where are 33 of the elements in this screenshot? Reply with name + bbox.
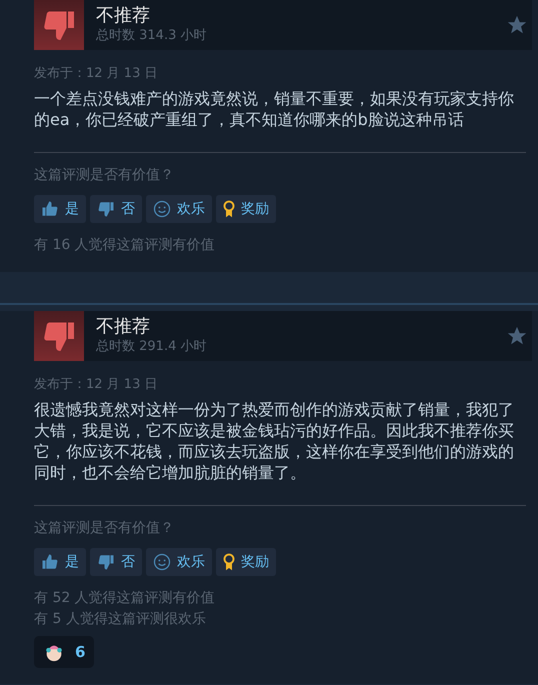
vote-button[interactable]: 否 xyxy=(90,548,142,576)
helpful-question: 这篇评测是否有价值？ xyxy=(34,519,175,538)
award-ribbon-icon xyxy=(223,200,235,218)
thumbs-down-icon xyxy=(97,200,115,218)
post-date: 发布于：12 月 13 日 xyxy=(34,376,158,394)
playtime-text: 总时数 291.4 小时 xyxy=(96,338,208,356)
vote-button[interactable]: 奖励 xyxy=(216,195,276,223)
award-count: 6 xyxy=(75,642,86,663)
post-date: 发布于：12 月 13 日 xyxy=(34,65,158,83)
vote-button[interactable]: 欢乐 xyxy=(146,548,212,576)
vote-count-text: 有 16 人觉得这篇评测有价值 xyxy=(34,236,216,255)
vote-button[interactable]: 是 xyxy=(34,195,86,223)
playtime-text: 总时数 314.3 小时 xyxy=(96,27,208,45)
verdict-title: 不推荐 xyxy=(96,316,151,338)
vote-count-text: 有 52 人觉得这篇评测有价值 xyxy=(34,589,216,608)
thumbs-up-icon xyxy=(41,200,59,218)
smiley-icon xyxy=(153,553,171,571)
verdict-title: 不推荐 xyxy=(96,5,151,27)
thumbs-up-icon xyxy=(41,553,59,571)
helpful-question: 这篇评测是否有价值？ xyxy=(34,166,175,185)
vote-button[interactable]: 是 xyxy=(34,548,86,576)
review-text: 一个差点没钱难产的游戏竟然说，销量不重要，如果没有玩家支持你的ea，你已经破产重组了，真不知道你哪来的b脸说这种吊话 xyxy=(34,88,515,130)
star-icon[interactable] xyxy=(506,14,528,36)
vote-count-text: 有 5 人觉得这篇评测很欢乐 xyxy=(34,610,207,629)
vote-button[interactable]: 否 xyxy=(90,195,142,223)
award-chip[interactable]: 6 xyxy=(34,636,94,668)
star-icon[interactable] xyxy=(506,325,528,347)
vote-button[interactable]: 奖励 xyxy=(216,548,276,576)
award-ribbon-icon xyxy=(223,553,235,571)
thumbs-down-icon xyxy=(97,553,115,571)
vote-button[interactable]: 欢乐 xyxy=(146,195,212,223)
smiley-icon xyxy=(153,200,171,218)
review-text: 很遗憾我竟然对这样一份为了热爱而创作的游戏贡献了销量，我犯了大错，我是说，它不应该是被金钱玷污的好作品。因此我不推荐你买它，你应该不花钱，而应该去玩盗版，这样你在享受到他们的游戏的同时，也不会给它增加肮脏的销量了。 xyxy=(34,399,515,483)
